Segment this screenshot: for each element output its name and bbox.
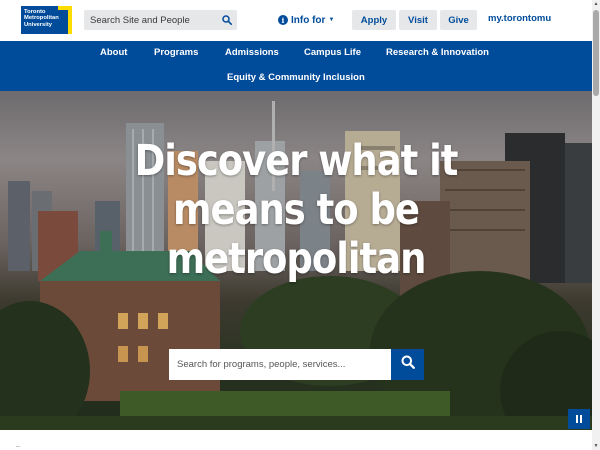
hero-title-line: means to be: [173, 185, 420, 235]
pause-icon: [576, 415, 578, 423]
site-search-placeholder: Search Site and People: [90, 14, 190, 26]
pause-icon-bar: [580, 415, 582, 423]
my-torontomu-link[interactable]: my.torontomu: [488, 13, 551, 24]
content-below-fold: [0, 430, 592, 450]
info-icon: i: [278, 15, 288, 25]
university-logo[interactable]: Toronto Metropolitan University: [21, 6, 72, 34]
pause-button[interactable]: [568, 409, 590, 429]
site-search-input[interactable]: Search Site and People: [84, 10, 237, 30]
apply-button[interactable]: Apply: [352, 10, 396, 30]
hero-search-placeholder: Search for programs, people, services...: [177, 359, 346, 370]
scroll-up-arrow-icon[interactable]: ▲: [592, 0, 600, 8]
hero-search-button[interactable]: [391, 349, 424, 380]
logo-accent-top: [58, 6, 72, 10]
hero-banner: Discover what it means to be metropolita…: [0, 91, 592, 430]
scrollbar-thumb[interactable]: [593, 10, 599, 96]
nav-item-programs[interactable]: Programs: [154, 47, 198, 58]
nav-item-admissions[interactable]: Admissions: [225, 47, 279, 58]
logo-line: University: [24, 21, 53, 28]
caret-down-icon: ▼: [328, 17, 335, 23]
info-for-dropdown[interactable]: i Info for ▼: [278, 12, 334, 28]
hero-search-input[interactable]: Search for programs, people, services...: [169, 349, 391, 380]
give-button[interactable]: Give: [440, 10, 477, 30]
hero-title-line: metropolitan: [166, 234, 427, 284]
main-navigation: About Programs Admissions Campus Life Re…: [0, 41, 592, 91]
scroll-down-arrow-icon[interactable]: ▼: [592, 442, 600, 450]
hero-title: Discover what it means to be metropolita…: [110, 137, 482, 284]
nav-item-research-innovation[interactable]: Research & Innovation: [386, 47, 489, 58]
search-icon[interactable]: [217, 15, 237, 25]
nav-item-campus-life[interactable]: Campus Life: [304, 47, 361, 58]
page-scrollbar[interactable]: ▲ ▼: [592, 0, 600, 450]
nav-item-equity-community-inclusion[interactable]: Equity & Community Inclusion: [227, 72, 365, 83]
visit-button[interactable]: Visit: [399, 10, 437, 30]
info-for-label: Info for: [291, 14, 326, 26]
divider: [16, 446, 20, 447]
search-icon: [401, 355, 415, 374]
nav-item-about[interactable]: About: [100, 47, 127, 58]
utility-bar: Toronto Metropolitan University Search S…: [0, 0, 592, 41]
hero-title-line: Discover what it: [134, 136, 459, 186]
logo-accent: [68, 6, 72, 34]
